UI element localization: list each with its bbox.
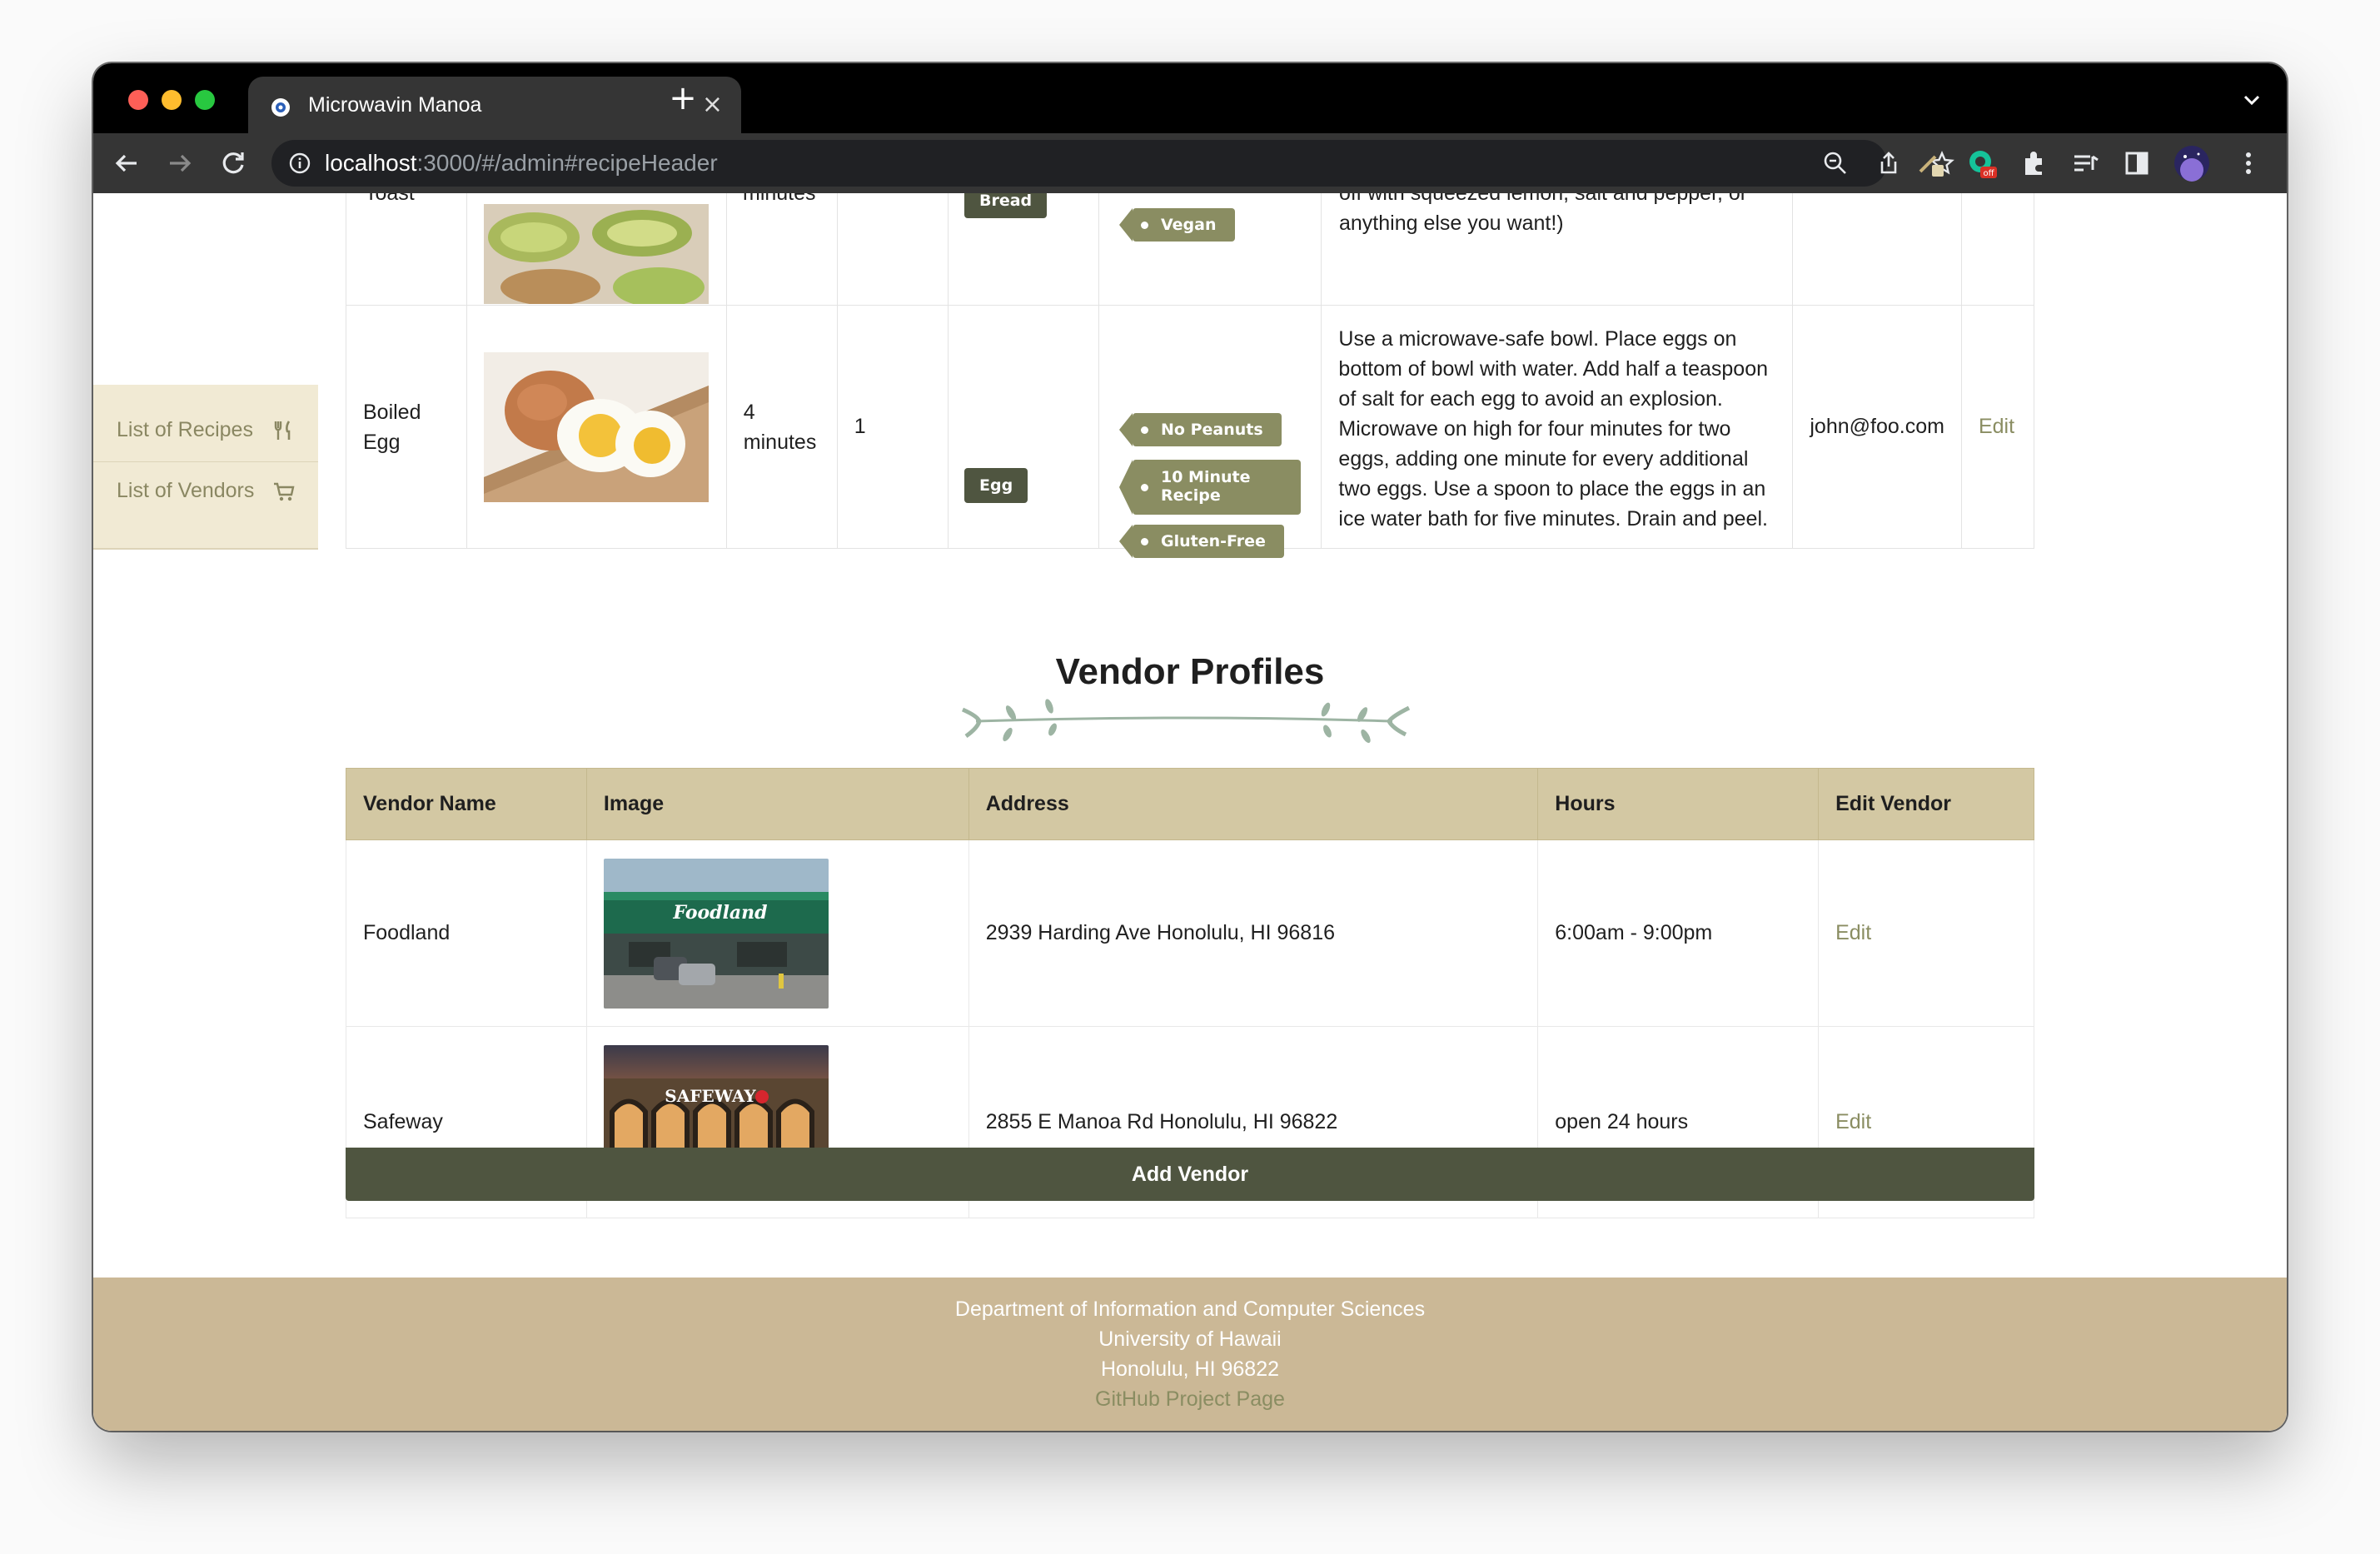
vendor-address: 2939 Harding Ave Honolulu, HI 96816 xyxy=(968,839,1539,1027)
page-content: List of Recipes List of Vendors Boiled E… xyxy=(93,193,2287,1431)
side-panel-icon[interactable] xyxy=(2122,148,2152,178)
add-vendor-button[interactable]: Add Vendor xyxy=(346,1148,2034,1201)
site-favicon-icon xyxy=(271,98,290,117)
leaf-divider-icon xyxy=(961,699,1411,744)
column-header: Vendor Name xyxy=(346,768,587,840)
column-header: Image xyxy=(585,768,969,840)
recipe-instructions: Use a microwave-safe bowl. Place eggs on… xyxy=(1321,305,1794,549)
table-row: Foodland Foodland 2939 Harding Ave Honol… xyxy=(346,839,2034,1027)
back-arrow-icon[interactable] xyxy=(112,148,142,178)
browser-window: Microwavin Manoa × + localhost:3000/#/ad… xyxy=(93,63,2287,1431)
sidebar-item-recipes[interactable]: List of Recipes xyxy=(93,401,318,461)
sidebar-item-vendors[interactable]: List of Vendors xyxy=(93,461,318,521)
tab-strip: Microwavin Manoa × + xyxy=(93,63,2287,137)
ingredient-badge: Bread xyxy=(964,193,1048,218)
reading-list-icon[interactable] xyxy=(2070,148,2100,178)
footer-department: Department of Information and Computer S… xyxy=(954,1297,1426,1321)
vendor-edit-link[interactable]: Edit xyxy=(1818,839,2034,1027)
minimize-window-button[interactable] xyxy=(162,90,182,110)
extensions-puzzle-icon[interactable] xyxy=(2019,148,2049,178)
svg-text:Foodland: Foodland xyxy=(672,902,767,924)
profile-avatar-icon[interactable] xyxy=(2173,145,2210,182)
recipe-edit-cell xyxy=(1960,193,2035,306)
cart-icon xyxy=(274,482,295,501)
column-header: Edit Vendor xyxy=(1818,768,2034,840)
pen-extension-icon[interactable] xyxy=(1915,148,1945,178)
recipe-time-partial: minutes xyxy=(743,193,816,205)
recipe-name-partial: Toast xyxy=(365,193,415,205)
recipe-edit-link[interactable]: Edit xyxy=(1960,305,2035,549)
url-text: localhost:3000/#/admin#recipeHeader xyxy=(325,150,718,176)
recipe-instructions-partial: off with squeezed lemon, salt and pepper… xyxy=(1339,193,1748,205)
close-tab-icon[interactable]: × xyxy=(702,90,723,119)
address-bar[interactable]: localhost:3000/#/admin#recipeHeader xyxy=(271,140,1954,187)
close-window-button[interactable] xyxy=(128,90,148,110)
recipe-tag: Gluten-Free xyxy=(1119,525,1284,558)
recipe-owner: john@foo.com xyxy=(1792,305,1962,549)
zoom-icon[interactable] xyxy=(1822,150,1849,177)
recipe-servings-cell xyxy=(836,193,949,306)
footer-university: University of Hawaii xyxy=(1098,1327,1282,1351)
recipe-name-cell xyxy=(346,193,467,306)
vendor-section-title: Vendor Profiles xyxy=(1055,651,1325,692)
sidebar-item-label: List of Recipes xyxy=(117,418,253,441)
share-icon[interactable] xyxy=(1875,150,1902,177)
tab-search-chevron-icon[interactable] xyxy=(2240,88,2263,112)
menu-kebab-icon[interactable] xyxy=(2233,148,2263,178)
admin-sidebar: List of Recipes List of Vendors xyxy=(93,385,318,550)
screenshot-background: Microwavin Manoa × + localhost:3000/#/ad… xyxy=(0,0,2380,1554)
ingredient-badge: Egg xyxy=(964,468,1028,503)
site-info-icon[interactable] xyxy=(288,152,311,175)
forward-arrow-icon[interactable] xyxy=(165,148,195,178)
page-footer: Department of Information and Computer S… xyxy=(93,1278,2287,1431)
sidebar-item-label: List of Vendors xyxy=(117,479,255,502)
vendor-name: Foodland xyxy=(346,839,587,1027)
maximize-window-button[interactable] xyxy=(195,90,215,110)
browser-toolbar: localhost:3000/#/admin#recipeHeader off xyxy=(93,133,2287,193)
column-header: Address xyxy=(968,768,1539,840)
vendor-image-cell: Foodland xyxy=(585,839,969,1027)
table-header-row: Vendor Name Image Address Hours Edit Ven… xyxy=(346,768,2034,840)
recipe-tag: 10 Minute Recipe xyxy=(1119,460,1301,515)
recipe-image-cell xyxy=(466,305,727,549)
avocado-toast-image xyxy=(483,203,709,304)
column-header: Hours xyxy=(1537,768,1820,840)
footer-address: Honolulu, HI 96822 xyxy=(1100,1357,1280,1381)
recipe-owner-cell xyxy=(1792,193,1962,306)
recipe-instructions-cell xyxy=(1321,193,1794,306)
utensils-icon xyxy=(274,421,291,440)
new-tab-button[interactable]: + xyxy=(666,82,700,117)
recipe-name: Boiled Egg xyxy=(346,305,467,549)
grammar-extension-icon[interactable]: off xyxy=(1967,148,1997,178)
recipe-servings: 1 xyxy=(836,305,949,549)
boiled-egg-image xyxy=(483,351,709,502)
svg-text:off: off xyxy=(1983,169,1994,178)
recipe-time: 4 minutes xyxy=(725,305,838,549)
recipe-ingredient-cell xyxy=(948,305,1099,549)
reload-icon[interactable] xyxy=(218,148,248,178)
svg-text:SAFEWAY: SAFEWAY xyxy=(665,1086,756,1106)
recipe-time-cell xyxy=(725,193,838,306)
recipe-instructions-end: anything else you want!) xyxy=(1339,212,1564,235)
recipe-tag: No Peanuts xyxy=(1119,413,1282,446)
github-project-link[interactable]: GitHub Project Page xyxy=(93,1384,2287,1414)
foodland-store-image: Foodland xyxy=(603,858,829,1009)
tab-title: Microwavin Manoa xyxy=(308,93,482,117)
recipe-image-cell xyxy=(466,193,727,306)
recipe-tag: Vegan xyxy=(1119,208,1235,242)
vendor-hours: 6:00am - 9:00pm xyxy=(1537,839,1820,1027)
